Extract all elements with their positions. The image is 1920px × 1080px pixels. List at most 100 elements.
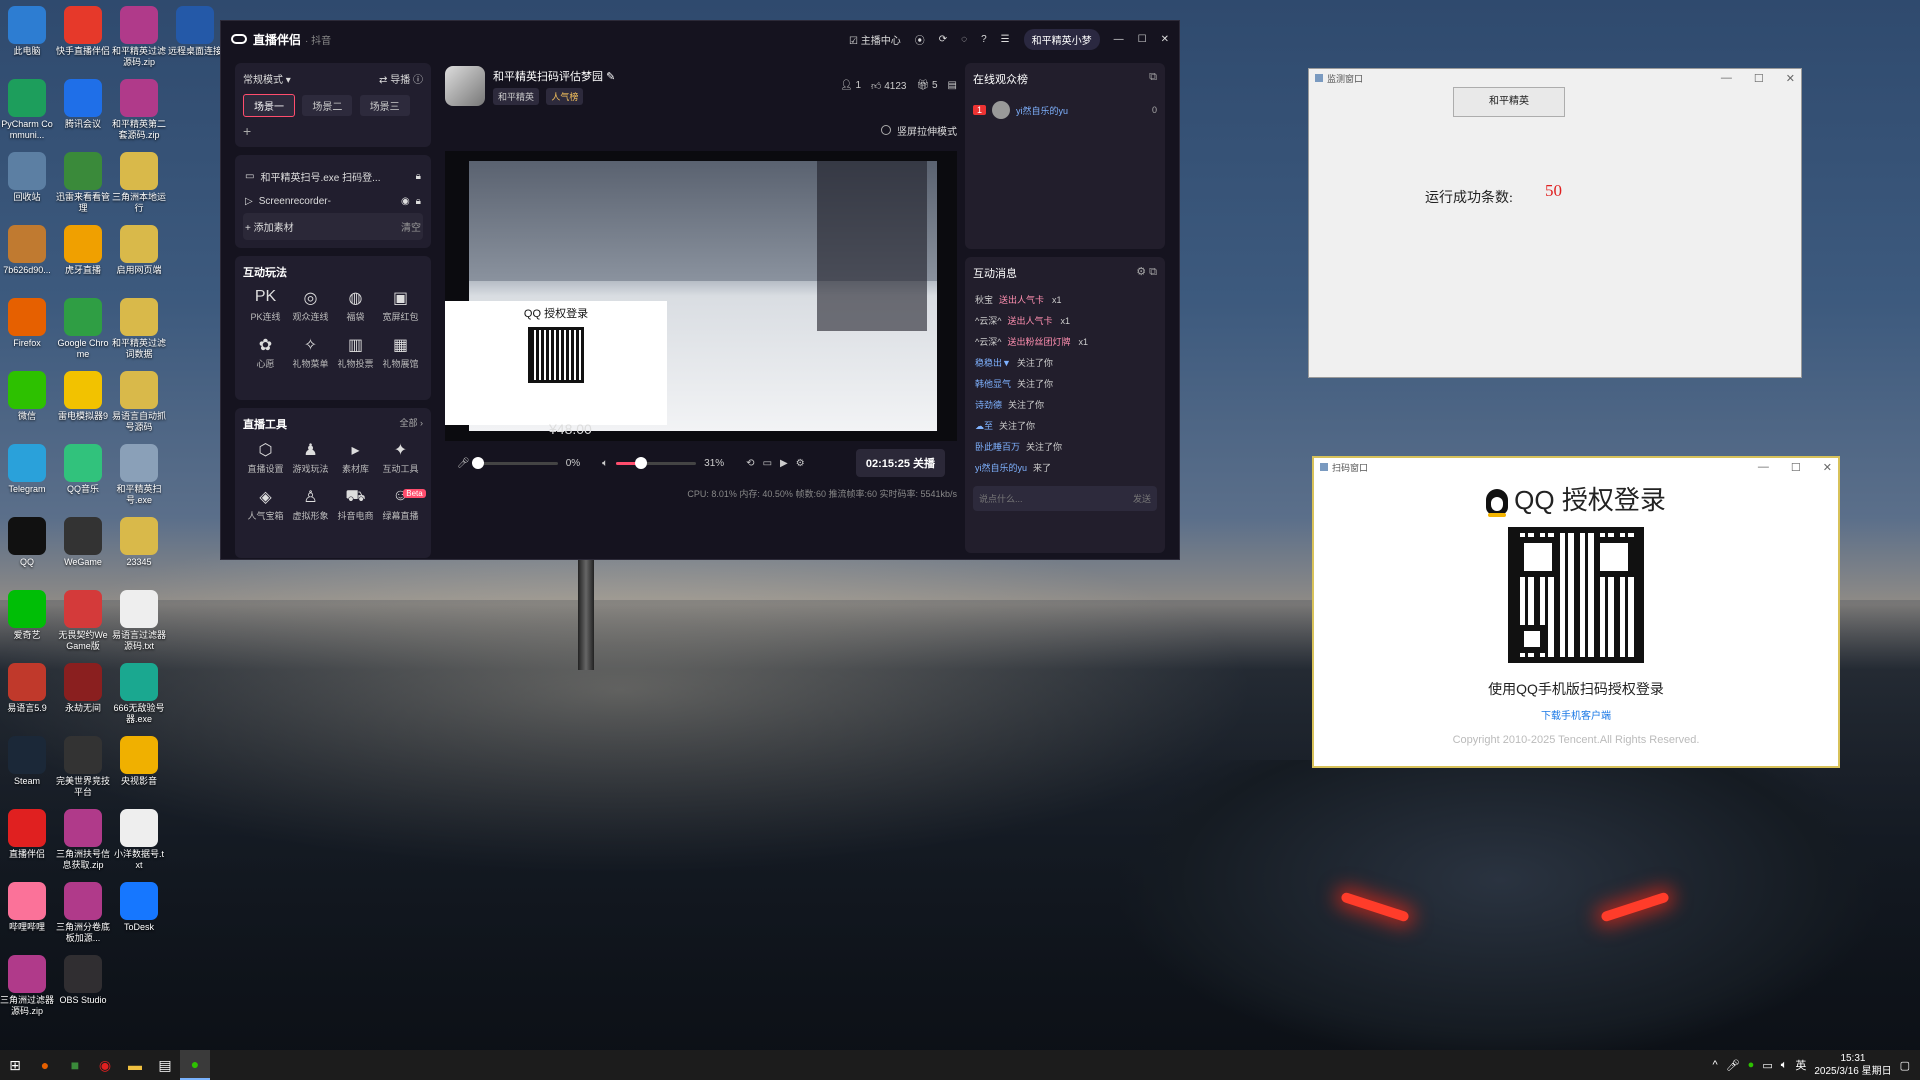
desktop-icon[interactable]: QQ bbox=[0, 517, 54, 568]
chat-input[interactable]: 说点什么... 发送 bbox=[973, 486, 1157, 511]
desktop-icon[interactable]: 爱奇艺 bbox=[0, 590, 54, 641]
tool-interactive-grid-6[interactable]: ▥ 礼物投票 bbox=[333, 335, 378, 370]
add-scene-button[interactable]: + bbox=[243, 123, 423, 139]
maximize-button[interactable]: ☐ bbox=[1754, 72, 1764, 85]
tool-tools-grid-1[interactable]: ♟ 游戏玩法 bbox=[288, 440, 333, 475]
tool-tools-grid-7[interactable]: ☺ 绿幕直播 Beta bbox=[378, 487, 426, 532]
add-material-button[interactable]: + 添加素材 bbox=[245, 219, 294, 234]
taskbar-app[interactable]: ▤ bbox=[150, 1050, 180, 1080]
tool-tools-grid-0[interactable]: ⬡ 直播设置 bbox=[243, 440, 288, 475]
tool-tools-grid-6[interactable]: ⛟ 抖音电商 bbox=[333, 487, 378, 532]
desktop-icon[interactable]: 小洋数据号.txt bbox=[112, 809, 166, 871]
desktop-icon[interactable]: 腾讯会议 bbox=[56, 79, 110, 130]
taskbar-wechat[interactable]: ● bbox=[180, 1050, 210, 1080]
qr-code[interactable] bbox=[1508, 527, 1644, 663]
desktop-icon[interactable]: 666无敌验号器.exe bbox=[112, 663, 166, 725]
desktop-icon[interactable]: 和平精英过滤词数据 bbox=[112, 298, 166, 360]
edit-icon[interactable]: ✎ bbox=[606, 71, 615, 83]
desktop-icon[interactable]: 易语言过滤器源码.txt bbox=[112, 590, 166, 652]
desktop-icon[interactable]: 和平精英第二套源码.zip bbox=[112, 79, 166, 141]
desktop-icon[interactable]: 快手直播伴侣 bbox=[56, 6, 110, 57]
desktop-icon[interactable]: 三角洲扶号信息获取.zip bbox=[56, 809, 110, 871]
tool-interactive-grid-3[interactable]: ▣ 宽屏红包 bbox=[378, 288, 423, 323]
desktop-icon[interactable]: 微信 bbox=[0, 371, 54, 422]
source-item[interactable]: ▭ 和平精英扫号.exe 扫码登... 🔒︎ bbox=[243, 163, 423, 190]
taskbar-app-green[interactable]: ■ bbox=[60, 1050, 90, 1080]
network-icon[interactable]: ▭ bbox=[1762, 1059, 1772, 1072]
sync-icon[interactable]: ⟳ bbox=[939, 34, 947, 45]
desktop-icon[interactable]: 直播伴侣 bbox=[0, 809, 54, 860]
tool-interactive-grid-2[interactable]: ◍ 福袋 bbox=[333, 288, 378, 323]
tab-scene-2[interactable]: 场景二 bbox=[302, 95, 353, 116]
list-item[interactable]: 秋宝 送出人气卡 x1 bbox=[973, 289, 1157, 310]
list-item[interactable]: 卧此睡百万 关注了你 bbox=[973, 436, 1157, 457]
desktop-icon[interactable]: 完美世界竞技平台 bbox=[56, 736, 110, 798]
tool-tools-grid-2[interactable]: ▸ 素材库 bbox=[333, 440, 378, 475]
user-pill[interactable]: 和平精英小梦 bbox=[1023, 28, 1100, 50]
settings-icon[interactable]: ⚙ bbox=[796, 458, 805, 469]
tool-tools-grid-4[interactable]: ◈ 人气宝箱 bbox=[243, 487, 288, 532]
clock[interactable]: 15:31 2025/3/16 星期日 bbox=[1814, 1052, 1891, 1078]
notification-icon[interactable]: ▢ bbox=[1900, 1059, 1910, 1072]
radio-icon[interactable] bbox=[881, 125, 891, 135]
guide-button[interactable]: ⇄ 导播 ⓘ bbox=[379, 71, 423, 86]
close-button[interactable]: ✕ bbox=[1161, 34, 1169, 45]
popularity-tag[interactable]: 人气榜 bbox=[546, 87, 584, 105]
desktop-icon[interactable]: PyCharm Communi... bbox=[0, 79, 54, 141]
speaker-icon[interactable]: 🔈︎ bbox=[602, 458, 608, 469]
mode-select[interactable]: 常规模式 ▾ bbox=[243, 71, 291, 86]
mic-slider-knob[interactable] bbox=[471, 456, 484, 469]
desktop-icon[interactable]: 三角洲分卷底板加源... bbox=[56, 882, 110, 944]
desktop-icon[interactable]: 央视影音 bbox=[112, 736, 166, 787]
desktop-icon[interactable]: 虎牙直播 bbox=[56, 225, 110, 276]
camera-icon[interactable]: ⟲ bbox=[746, 458, 754, 469]
online-user-row[interactable]: 1 yi然自乐的yu 0 bbox=[973, 101, 1157, 119]
desktop-icon[interactable]: 雷电模拟器9 bbox=[56, 371, 110, 422]
desktop-icon[interactable]: Firefox bbox=[0, 298, 54, 349]
clear-button[interactable]: 清空 bbox=[401, 219, 421, 234]
desktop-icon[interactable]: OBS Studio bbox=[56, 955, 110, 1006]
anchor-center-link[interactable]: ☑ 主播中心 bbox=[849, 32, 901, 47]
desktop-icon[interactable]: 易语言5.9 bbox=[0, 663, 54, 714]
lock-icon[interactable]: 🔒︎ bbox=[416, 196, 421, 207]
list-item[interactable]: 稳稳出▼ 关注了你 bbox=[973, 352, 1157, 373]
minimize-button[interactable]: — bbox=[1758, 461, 1769, 474]
desktop-icon[interactable]: 三角洲本地运行 bbox=[112, 152, 166, 214]
portrait-toggle[interactable]: 竖屏拉伸模式 bbox=[445, 109, 957, 151]
desktop-icon[interactable]: 无畏契约WeGame版 bbox=[56, 590, 110, 652]
desktop-icon[interactable]: 永劫无间 bbox=[56, 663, 110, 714]
desktop-icon[interactable]: QQ音乐 bbox=[56, 444, 110, 495]
list-item[interactable]: ^云深^ 送出粉丝团灯牌 x1 bbox=[973, 331, 1157, 352]
desktop-icon[interactable]: 启用网页端 bbox=[112, 225, 166, 276]
eye-icon[interactable]: ◉ bbox=[401, 196, 410, 207]
game-tag[interactable]: 和平精英 bbox=[493, 87, 540, 105]
download-client-link[interactable]: 下载手机客户端 bbox=[1314, 707, 1838, 722]
tool-interactive-grid-7[interactable]: ▦ 礼物展馆 bbox=[378, 335, 423, 370]
wechat-tray-icon[interactable]: ● bbox=[1748, 1059, 1755, 1071]
desktop-icon[interactable]: 23345 bbox=[112, 517, 166, 568]
volume-icon[interactable]: 🔈︎ bbox=[1781, 1059, 1788, 1072]
desktop-icon[interactable]: Telegram bbox=[0, 444, 54, 495]
mic-slider[interactable] bbox=[471, 456, 558, 469]
desktop-icon[interactable]: 此电脑 bbox=[0, 6, 54, 57]
close-button[interactable]: ✕ bbox=[1823, 461, 1832, 474]
desktop-icon[interactable]: 哔哩哔哩 bbox=[0, 882, 54, 933]
list-item[interactable]: 诗劲德 关注了你 bbox=[973, 394, 1157, 415]
tools-all-link[interactable]: 全部 › bbox=[400, 416, 424, 432]
end-live-button[interactable]: 02:15:25 关播 bbox=[855, 449, 945, 477]
list-item[interactable]: ☁至 关注了你 bbox=[973, 415, 1157, 436]
tool-interactive-grid-0[interactable]: PK PK连线 bbox=[243, 288, 288, 323]
tool-interactive-grid-1[interactable]: ◎ 观众连线 bbox=[288, 288, 333, 323]
start-button[interactable]: ⊞ bbox=[0, 1050, 30, 1080]
desktop-icon[interactable]: 迅雷来看看管理 bbox=[56, 152, 110, 214]
desktop-icon[interactable]: 远程桌面连接 bbox=[168, 6, 222, 57]
video-icon[interactable]: ▶ bbox=[780, 458, 788, 469]
tab-scene-1[interactable]: 场景一 bbox=[243, 94, 295, 117]
taskbar-explorer[interactable]: ▬ bbox=[120, 1050, 150, 1080]
stream-title[interactable]: 和平精英扫码评估梦园 ✎ bbox=[493, 68, 615, 84]
desktop-icon[interactable]: 易语言自动抓号源码 bbox=[112, 371, 166, 433]
minimize-button[interactable]: — bbox=[1721, 72, 1732, 85]
list-item[interactable]: ^云深^ 送出人气卡 x1 bbox=[973, 310, 1157, 331]
desktop-icon[interactable]: 7b626d90... bbox=[0, 225, 54, 276]
desktop-icon[interactable]: WeGame bbox=[56, 517, 110, 568]
